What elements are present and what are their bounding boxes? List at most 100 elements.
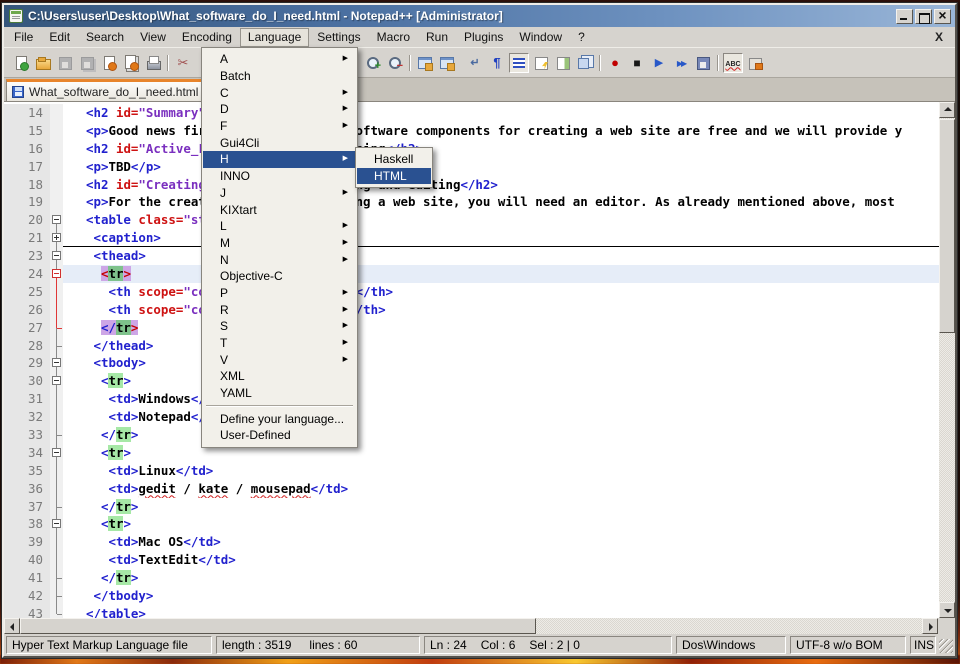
- scroll-up-arrow[interactable]: [939, 102, 955, 118]
- code-line-26[interactable]: 26 <th scope="col">Editor / program</th>: [4, 301, 939, 319]
- zoom-out-button[interactable]: [385, 53, 405, 73]
- scroll-left-arrow[interactable]: [4, 618, 20, 634]
- print-button[interactable]: [143, 53, 163, 73]
- menubar-item-run[interactable]: Run: [418, 28, 456, 47]
- language-menu-item-xml[interactable]: XML: [203, 368, 356, 385]
- spell-check-button[interactable]: [723, 53, 743, 73]
- language-menu-item-j[interactable]: J▶: [203, 185, 356, 202]
- language-menu-item-gui4cli[interactable]: Gui4Cli: [203, 134, 356, 151]
- code-line-36[interactable]: 36 <td>gedit / kate / mousepad</td>: [4, 480, 939, 498]
- code-line-24[interactable]: 24 <tr>: [4, 265, 939, 283]
- code-line-32[interactable]: 32 <td>Notepad</td>: [4, 408, 939, 426]
- menubar-item-encoding[interactable]: Encoding: [174, 28, 240, 47]
- language-menu-item-define-your-language[interactable]: Define your language...: [203, 410, 356, 427]
- script-ext-button[interactable]: [745, 53, 765, 73]
- code-line-34[interactable]: 34 <tr>: [4, 444, 939, 462]
- language-menu-item-p[interactable]: P▶: [203, 285, 356, 302]
- function-list-button[interactable]: [531, 53, 551, 73]
- new-file-button[interactable]: [11, 53, 31, 73]
- code-line-17[interactable]: 17 <p>TBD</p>: [4, 158, 939, 176]
- code-line-28[interactable]: 28 </thead>: [4, 337, 939, 355]
- fold-margin[interactable]: [50, 247, 63, 265]
- fold-margin[interactable]: [50, 354, 63, 372]
- language-menu-item-a[interactable]: A▶: [203, 51, 356, 68]
- save-all-button[interactable]: [77, 53, 97, 73]
- language-menu-item-kixtart[interactable]: KIXtart: [203, 201, 356, 218]
- sync-vertical-button[interactable]: [415, 53, 435, 73]
- fold-margin[interactable]: [50, 444, 63, 462]
- scroll-down-arrow[interactable]: [939, 602, 955, 618]
- code-line-40[interactable]: 40 <td>TextEdit</td>: [4, 551, 939, 569]
- code-line-43[interactable]: 43 </table>: [4, 605, 939, 618]
- fold-margin[interactable]: [50, 211, 63, 229]
- code-line-37[interactable]: 37 </tr>: [4, 498, 939, 516]
- language-menu-item-r[interactable]: R▶: [203, 301, 356, 318]
- language-menu-item-l[interactable]: L▶: [203, 218, 356, 235]
- fold-margin[interactable]: [50, 372, 63, 390]
- language-menu-item-h[interactable]: H▶: [203, 151, 356, 168]
- code-line-35[interactable]: 35 <td>Linux</td>: [4, 462, 939, 480]
- menubar-item-file[interactable]: File: [6, 28, 41, 47]
- document-map-button[interactable]: [553, 53, 573, 73]
- play-macro-button[interactable]: [649, 53, 669, 73]
- code-line-42[interactable]: 42 </tbody>: [4, 587, 939, 605]
- code-line-23[interactable]: 23 <thead>: [4, 247, 939, 265]
- stop-macro-button[interactable]: [627, 53, 647, 73]
- code-line-15[interactable]: 15 <p>Good news first: almost all the so…: [4, 122, 939, 140]
- h-submenu-item-haskell[interactable]: Haskell: [357, 151, 431, 168]
- editor-pane[interactable]: 14 <h2 id="Summary">Summary</h2>15 <p>Go…: [4, 101, 955, 618]
- code-line-19[interactable]: 19 <p>For the creation and of the editin…: [4, 193, 939, 211]
- horizontal-scrollbar[interactable]: [4, 618, 938, 634]
- language-menu-item-user-defined[interactable]: User-Defined: [203, 427, 356, 444]
- language-menu-item-d[interactable]: D▶: [203, 101, 356, 118]
- fold-margin[interactable]: [50, 229, 63, 247]
- code-line-39[interactable]: 39 <td>Mac OS</td>: [4, 533, 939, 551]
- language-menu-item-m[interactable]: M▶: [203, 235, 356, 252]
- resize-grip[interactable]: [939, 639, 953, 653]
- language-menu-item-v[interactable]: V▶: [203, 351, 356, 368]
- vertical-scrollbar[interactable]: [939, 102, 955, 618]
- indent-guide-button[interactable]: [509, 53, 529, 73]
- vertical-scroll-thumb[interactable]: [939, 119, 955, 333]
- doc-switcher-button[interactable]: [575, 53, 595, 73]
- fold-margin[interactable]: [50, 515, 63, 533]
- close-doc-button[interactable]: [99, 53, 119, 73]
- horizontal-scroll-thumb[interactable]: [20, 618, 536, 634]
- menubar-item-macro[interactable]: Macro: [369, 28, 418, 47]
- code-line-33[interactable]: 33 </tr>: [4, 426, 939, 444]
- language-menu-item-t[interactable]: T▶: [203, 335, 356, 352]
- save-button[interactable]: [55, 53, 75, 73]
- language-menu-item-yaml[interactable]: YAML: [203, 385, 356, 402]
- code-line-16[interactable]: 16 <h2 id="Active_Learning">Active Learn…: [4, 140, 939, 158]
- code-line-38[interactable]: 38 <tr>: [4, 515, 939, 533]
- maximize-button[interactable]: [915, 9, 932, 24]
- menubar-item-view[interactable]: View: [132, 28, 174, 47]
- menubar-item-search[interactable]: Search: [78, 28, 132, 47]
- language-menu-item-batch[interactable]: Batch: [203, 68, 356, 85]
- menubar-item-edit[interactable]: Edit: [41, 28, 78, 47]
- language-menu-item-objective-c[interactable]: Objective-C: [203, 268, 356, 285]
- language-menu-item-s[interactable]: S▶: [203, 318, 356, 335]
- show-all-chars-button[interactable]: [487, 53, 507, 73]
- open-file-button[interactable]: [33, 53, 53, 73]
- menubar-item-plugins[interactable]: Plugins: [456, 28, 511, 47]
- close-all-button[interactable]: [121, 53, 141, 73]
- save-macro-button[interactable]: [693, 53, 713, 73]
- code-line-41[interactable]: 41 </tr>: [4, 569, 939, 587]
- code-line-29[interactable]: 29 <tbody>: [4, 354, 939, 372]
- sync-horizontal-button[interactable]: [437, 53, 457, 73]
- code-line-18[interactable]: 18 <h2 id="Creating_and_editing">Creatin…: [4, 176, 939, 194]
- language-menu-item-c[interactable]: C▶: [203, 84, 356, 101]
- menubar-item-settings[interactable]: Settings: [309, 28, 368, 47]
- code-line-30[interactable]: 30 <tr>: [4, 372, 939, 390]
- code-line-21[interactable]: 21 <caption>: [4, 229, 939, 247]
- run-macro-multiple-button[interactable]: [671, 53, 691, 73]
- menubar-close-document-button[interactable]: X: [935, 30, 943, 44]
- menubar-item-language[interactable]: Language: [240, 28, 309, 47]
- menubar-item-window[interactable]: Window: [511, 28, 570, 47]
- scroll-right-arrow[interactable]: [922, 618, 938, 634]
- language-menu-item-n[interactable]: N▶: [203, 251, 356, 268]
- fold-margin[interactable]: [50, 265, 63, 283]
- word-wrap-button[interactable]: [465, 53, 485, 73]
- language-menu-item-inno[interactable]: INNO: [203, 168, 356, 185]
